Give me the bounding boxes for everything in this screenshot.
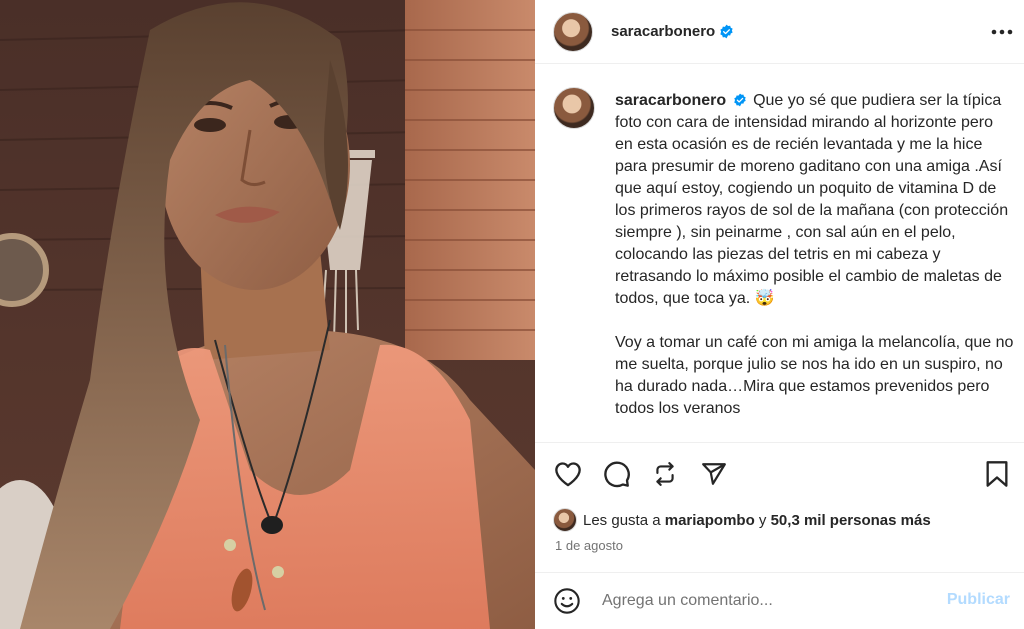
- action-bar: [535, 452, 1024, 496]
- likes-count-link[interactable]: 50,3 mil personas más: [771, 512, 931, 529]
- divider: [535, 442, 1024, 443]
- comment-input[interactable]: [602, 587, 932, 615]
- post-panel: saracarbonero saracarbonero Que yo sé qu…: [535, 0, 1024, 629]
- verified-badge-icon: [720, 24, 733, 39]
- likes-summary[interactable]: Les gusta a mariapombo y 50,3 mil person…: [553, 508, 931, 532]
- post-header: saracarbonero: [535, 0, 1024, 64]
- bookmark-icon[interactable]: [981, 458, 1013, 490]
- photo-illustration: [0, 0, 535, 629]
- caption-body-1: Que yo sé que pudiera ser la típica foto…: [615, 92, 1009, 307]
- caption-text: saracarbonero Que yo sé que pudiera ser …: [615, 90, 1015, 420]
- author-username[interactable]: saracarbonero: [611, 23, 715, 40]
- caption-username[interactable]: saracarbonero: [615, 92, 726, 109]
- caption-author-avatar[interactable]: [553, 87, 595, 129]
- caption-paragraph-1: saracarbonero Que yo sé que pudiera ser …: [615, 90, 1015, 310]
- heart-icon[interactable]: [552, 458, 584, 490]
- publish-button[interactable]: Publicar: [947, 591, 1010, 609]
- ellipsis-horizontal-icon[interactable]: [990, 20, 1014, 44]
- post-photo[interactable]: [0, 0, 535, 629]
- caption-area[interactable]: saracarbonero Que yo sé que pudiera ser …: [535, 65, 1024, 442]
- verified-badge-icon: [733, 93, 746, 107]
- comment-bubble-icon[interactable]: [601, 458, 633, 490]
- post-date[interactable]: 1 de agosto: [555, 538, 623, 553]
- send-paper-plane-icon[interactable]: [698, 458, 730, 490]
- author-avatar[interactable]: [553, 11, 593, 52]
- likes-connector: y: [758, 511, 767, 529]
- liker-avatar[interactable]: [553, 508, 577, 532]
- likes-prefix: Les gusta a: [583, 511, 661, 529]
- repost-icon[interactable]: [649, 458, 681, 490]
- smiley-face-icon[interactable]: [553, 587, 581, 615]
- caption-paragraph-2: Voy a tomar un café con mi amiga la mela…: [615, 334, 1014, 417]
- comment-composer: Publicar: [535, 573, 1024, 629]
- liker-username[interactable]: mariapombo: [665, 512, 755, 529]
